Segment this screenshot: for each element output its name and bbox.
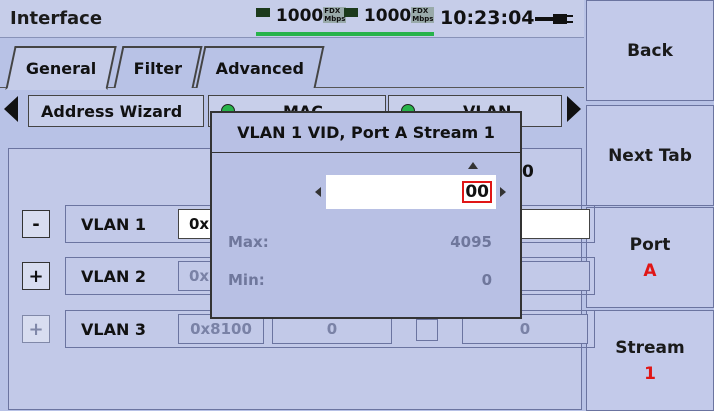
vlan-label: VLAN 2 xyxy=(81,267,147,286)
page-title: Interface xyxy=(10,8,103,29)
max-value: 4095 xyxy=(450,233,492,251)
max-label: Max: xyxy=(228,233,269,251)
address-wizard-button[interactable]: Address Wizard xyxy=(28,95,204,127)
increment-arrow-icon[interactable] xyxy=(468,162,478,169)
link-status-bar xyxy=(344,32,435,36)
vlan-label: VLAN 1 xyxy=(81,215,147,234)
power-plug-icon xyxy=(535,14,573,24)
add-vlan-button[interactable]: + xyxy=(22,315,50,343)
min-value: 0 xyxy=(481,271,492,289)
value-cursor: 00 xyxy=(462,181,492,203)
port-icon xyxy=(344,8,358,17)
min-label: Min: xyxy=(228,271,265,289)
stream-button[interactable]: Stream 1 xyxy=(586,310,714,411)
back-button[interactable]: Back xyxy=(586,0,714,101)
popup-title: VLAN 1 VID, Port A Stream 1 xyxy=(212,113,520,153)
link-status-bar xyxy=(256,32,347,36)
next-tab-button[interactable]: Next Tab xyxy=(586,105,714,206)
port-button[interactable]: Port A xyxy=(586,207,714,308)
remove-vlan-button[interactable]: - xyxy=(22,210,50,238)
background-value: 0 xyxy=(522,162,534,182)
stream-value: 1 xyxy=(644,363,656,384)
cursor-right-arrow-icon[interactable] xyxy=(500,187,506,197)
port-value: A xyxy=(643,260,657,281)
port-b-link-indicator: 1000 FDX Mbps xyxy=(344,6,435,36)
port-icon xyxy=(256,8,270,17)
port-a-link-indicator: 1000 FDX Mbps xyxy=(256,6,347,36)
vid-edit-popup: VLAN 1 VID, Port A Stream 1 00 Max: 4095… xyxy=(210,111,522,319)
add-vlan-button[interactable]: + xyxy=(22,262,50,290)
scroll-right-icon[interactable] xyxy=(567,96,581,122)
tab-general[interactable]: General xyxy=(5,46,118,90)
tab-advanced[interactable]: Advanced xyxy=(195,46,325,88)
cfi-checkbox[interactable] xyxy=(416,319,438,341)
clock: 10:23:04 xyxy=(440,7,535,29)
vid-value-input[interactable]: 00 xyxy=(326,175,496,209)
scroll-left-icon[interactable] xyxy=(4,96,18,122)
cursor-left-arrow-icon[interactable] xyxy=(315,187,321,197)
tab-filter[interactable]: Filter xyxy=(113,46,203,88)
vlan-label: VLAN 3 xyxy=(81,320,147,339)
